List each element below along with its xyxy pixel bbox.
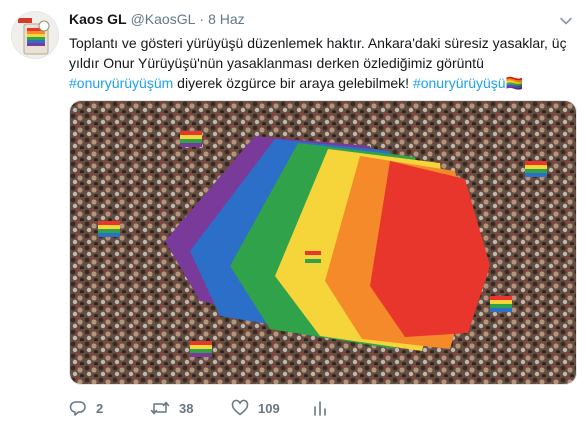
retweet-icon: [150, 401, 170, 415]
reply-count: 2: [96, 400, 104, 416]
reply-icon: [69, 401, 86, 416]
like-button[interactable]: 109: [231, 397, 280, 419]
heart-icon: [231, 399, 249, 416]
tweet-header: Kaos GL @KaosGL · 8 Haz: [69, 11, 245, 27]
separator-dot: ·: [199, 11, 205, 27]
tweet-card[interactable]: Kaos GL @KaosGL · 8 Haz Toplantı ve gösteri…: [0, 0, 586, 429]
tweet-actions: 2 38 109: [69, 397, 369, 421]
rainbow-flag-emoji: 🏳️‍🌈: [505, 75, 524, 91]
hashtag-link[interactable]: #onuryürüyüşü: [413, 75, 506, 91]
tweet-text: Toplantı ve gösteri yürüyüşü düzenlemek …: [69, 33, 577, 93]
crowd-rainbow-flag-photo: [70, 101, 576, 384]
author-handle[interactable]: @KaosGL: [131, 11, 196, 27]
analytics-button[interactable]: [312, 397, 328, 419]
retweet-button[interactable]: 38: [150, 397, 193, 419]
tweet-photo[interactable]: [69, 100, 577, 385]
tweet-text-fragment: diyerek özgürce bir araya gelebilmek!: [173, 75, 413, 91]
tweet-menu-button[interactable]: [559, 14, 573, 28]
chevron-down-icon: [560, 17, 572, 25]
analytics-icon: [314, 401, 326, 416]
tweet-text-line-2: yıldır Onur Yürüyüşü'nün yasaklanması de…: [69, 55, 484, 71]
tweet-text-line-3: #onuryürüyüşüm diyerek özgürce bir araya…: [69, 73, 577, 93]
tweet-text-line-1: Toplantı ve gösteri yürüyüşü düzenlemek …: [69, 35, 567, 51]
reply-button[interactable]: 2: [69, 397, 103, 419]
tweet-date[interactable]: 8 Haz: [208, 11, 245, 27]
retweet-count: 38: [179, 400, 194, 416]
avatar[interactable]: [11, 11, 59, 59]
author-name[interactable]: Kaos GL: [69, 11, 127, 27]
like-count: 109: [258, 400, 280, 416]
hashtag-link[interactable]: #onuryürüyüşüm: [69, 75, 173, 91]
kaos-gl-logo-icon: [12, 12, 58, 58]
